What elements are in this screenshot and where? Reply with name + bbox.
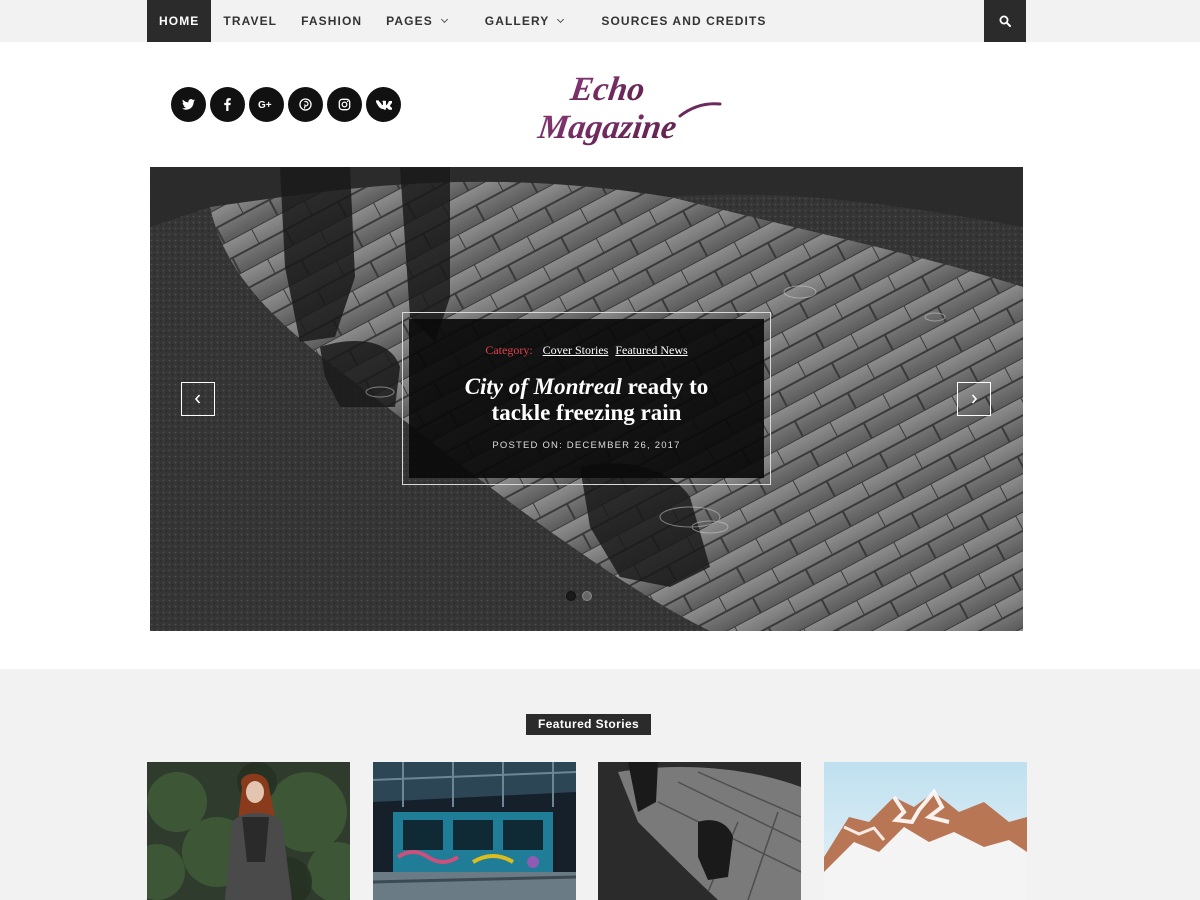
featured-story-thumb-3[interactable] xyxy=(598,762,801,900)
chevron-down-icon xyxy=(440,15,448,24)
pinterest-icon xyxy=(299,98,312,111)
google-plus-link[interactable]: G+ xyxy=(249,87,284,122)
puddle-reflection-photo xyxy=(598,762,801,900)
nav-sources-and-credits[interactable]: Sources and Credits xyxy=(589,0,778,42)
nav-gallery[interactable]: Gallery xyxy=(473,0,576,42)
posted-label: Posted On: xyxy=(492,440,563,451)
post-date: December 26, 2017 xyxy=(566,440,681,451)
featured-story-thumb-4[interactable] xyxy=(824,762,1027,900)
nav-pages[interactable]: Pages xyxy=(374,0,459,42)
featured-stories-heading: Featured Stories xyxy=(526,714,652,735)
chevron-right-icon xyxy=(971,394,978,404)
chevron-left-icon xyxy=(194,394,201,404)
nav-travel[interactable]: Travel xyxy=(211,0,289,42)
featured-stories-section: Featured Stories xyxy=(0,669,1200,900)
slider-pagination xyxy=(566,591,592,601)
google-plus-icon: G+ xyxy=(258,100,272,110)
slider-dot-2[interactable] xyxy=(582,591,592,601)
twitter-icon xyxy=(182,99,195,110)
vk-link[interactable] xyxy=(366,87,401,122)
featured-story-thumb-2[interactable] xyxy=(373,762,576,900)
snowy-mountain-photo xyxy=(824,762,1027,900)
nav-home[interactable]: Home xyxy=(147,0,212,42)
category-label: Category: xyxy=(485,343,533,357)
graffiti-building-photo xyxy=(373,762,576,900)
twitter-link[interactable] xyxy=(171,87,206,122)
category-link-cover-stories[interactable]: Cover Stories xyxy=(543,343,609,357)
nav-gallery-label: Gallery xyxy=(484,14,550,28)
featured-story-thumb-1[interactable] xyxy=(147,762,350,900)
svg-text:G+: G+ xyxy=(258,100,272,110)
slide-title[interactable]: City of Montreal ready to tackle freezin… xyxy=(409,374,764,426)
pinterest-link[interactable] xyxy=(288,87,323,122)
vk-icon xyxy=(375,99,392,110)
woman-in-forest-photo xyxy=(147,762,350,900)
slide-title-italic: City of Montreal xyxy=(464,374,622,399)
chevron-down-icon xyxy=(557,15,565,24)
facebook-link[interactable] xyxy=(210,87,245,122)
main-menu: Home Travel Fashion Pages Gallery Source… xyxy=(147,0,779,42)
slider-next-button[interactable] xyxy=(957,382,991,416)
logo-line-2: Magazine xyxy=(535,109,679,146)
slider-prev-button[interactable] xyxy=(181,382,215,416)
category-link-featured-news[interactable]: Featured News xyxy=(615,343,687,357)
instagram-link[interactable] xyxy=(327,87,362,122)
slide-caption-inner: Category: Cover Stories Featured News Ci… xyxy=(409,319,764,478)
nav-fashion[interactable]: Fashion xyxy=(289,0,374,42)
site-logo[interactable]: Echo Magazine xyxy=(530,60,730,156)
nav-pages-label: Pages xyxy=(386,14,433,28)
search-icon xyxy=(999,15,1011,27)
slider-dot-1[interactable] xyxy=(566,591,576,601)
slide-date-line: Posted On: December 26, 2017 xyxy=(409,440,764,451)
social-links: G+ xyxy=(171,87,401,122)
search-button[interactable] xyxy=(984,0,1026,42)
facebook-icon xyxy=(224,98,231,111)
logo-line-1: Echo xyxy=(567,71,647,108)
slide-caption-card: Category: Cover Stories Featured News Ci… xyxy=(402,312,771,485)
instagram-icon xyxy=(338,98,351,111)
slide-category-line: Category: Cover Stories Featured News xyxy=(409,343,764,358)
hero-slider[interactable]: Category: Cover Stories Featured News Ci… xyxy=(150,167,1023,631)
top-navigation-bar: Home Travel Fashion Pages Gallery Source… xyxy=(0,0,1200,42)
